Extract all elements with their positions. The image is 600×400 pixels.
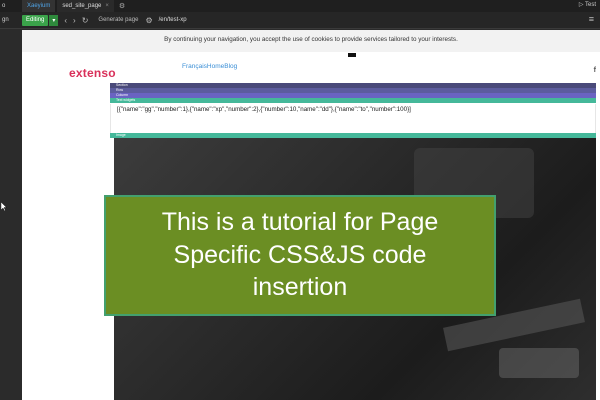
facebook-icon[interactable]: f bbox=[594, 67, 596, 74]
tab-stub[interactable]: o bbox=[0, 0, 22, 12]
tutorial-banner: This is a tutorial for Page Specific CSS… bbox=[104, 195, 496, 316]
image-shape bbox=[499, 348, 579, 378]
menu-icon[interactable]: ≡ bbox=[589, 14, 594, 24]
tutorial-line: This is a tutorial for Page bbox=[161, 208, 439, 236]
forward-icon[interactable]: › bbox=[73, 16, 76, 25]
chevron-down-icon[interactable]: ▾ bbox=[49, 14, 59, 26]
cookie-banner: By continuing your navigation, you accep… bbox=[22, 30, 600, 52]
tab-label: sed_site_page bbox=[62, 3, 102, 9]
tab-sed-site-page[interactable]: sed_site_page × bbox=[57, 0, 114, 12]
page-path[interactable]: /en/test-xp bbox=[159, 17, 187, 23]
left-panel bbox=[0, 30, 22, 400]
site-menu[interactable]: FrançaisHomeBlog bbox=[182, 63, 237, 70]
tutorial-line: Specific CSS&JS code bbox=[173, 240, 427, 269]
editing-button[interactable]: Editing bbox=[22, 14, 49, 26]
generate-page-button[interactable]: Generate page bbox=[98, 17, 138, 23]
editor-strips: Section Row Column Text widgets bbox=[110, 83, 596, 103]
gear-icon[interactable]: ⚙ bbox=[119, 2, 125, 10]
text-widget-strip[interactable]: Text widgets bbox=[110, 98, 596, 103]
text-widget-content[interactable]: [{"name":"gg","number":1},{"name":"xp","… bbox=[110, 104, 596, 133]
back-icon[interactable]: ‹ bbox=[64, 16, 67, 25]
settings-gear-icon[interactable]: ⚙ bbox=[145, 16, 152, 25]
tutorial-line: insertion bbox=[252, 273, 348, 301]
close-icon[interactable]: × bbox=[105, 3, 109, 9]
toolbar-stub: gn bbox=[2, 17, 9, 23]
cookie-accept-button[interactable] bbox=[348, 53, 356, 57]
tab-label: Xaeyium bbox=[27, 3, 51, 9]
tab-xaeyium[interactable]: Xaeyium bbox=[22, 0, 56, 12]
refresh-icon[interactable]: ↻ bbox=[82, 16, 89, 25]
toolbar: gn Editing ▾ ‹ › ↻ Generate page ⚙ /en/t… bbox=[0, 12, 600, 29]
mouse-cursor-icon bbox=[1, 202, 7, 211]
test-button[interactable]: ▷ Test bbox=[579, 1, 596, 8]
tab-bar: o Xaeyium sed_site_page × ⚙ ▷ Test bbox=[0, 0, 600, 12]
site-logo[interactable]: extenso bbox=[69, 66, 116, 80]
